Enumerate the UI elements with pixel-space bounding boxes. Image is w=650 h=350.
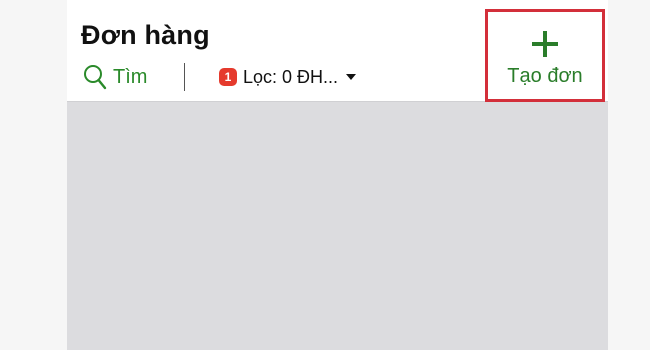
plus-icon [532,31,558,57]
create-order-label: Tạo đơn [507,65,583,87]
app-screen: Đơn hàng Tìm 1 Lọc: 0 ĐH... Tạo đơn [67,0,608,350]
filter-count-badge: 1 [219,68,237,86]
orders-header: Đơn hàng Tìm 1 Lọc: 0 ĐH... Tạo đơn [67,0,608,102]
chevron-down-icon [346,74,357,80]
toolbar-divider [184,63,185,91]
filter-label: Lọc: 0 ĐH... [243,66,339,87]
search-icon [84,65,107,90]
search-button[interactable]: Tìm [83,63,147,91]
filter-dropdown[interactable]: 1 Lọc: 0 ĐH... [219,64,357,90]
screenshot-frame: Đơn hàng Tìm 1 Lọc: 0 ĐH... Tạo đơn [0,0,650,350]
search-label: Tìm [113,65,148,88]
page-title: Đơn hàng [81,20,210,50]
create-order-button[interactable]: Tạo đơn [485,9,605,102]
